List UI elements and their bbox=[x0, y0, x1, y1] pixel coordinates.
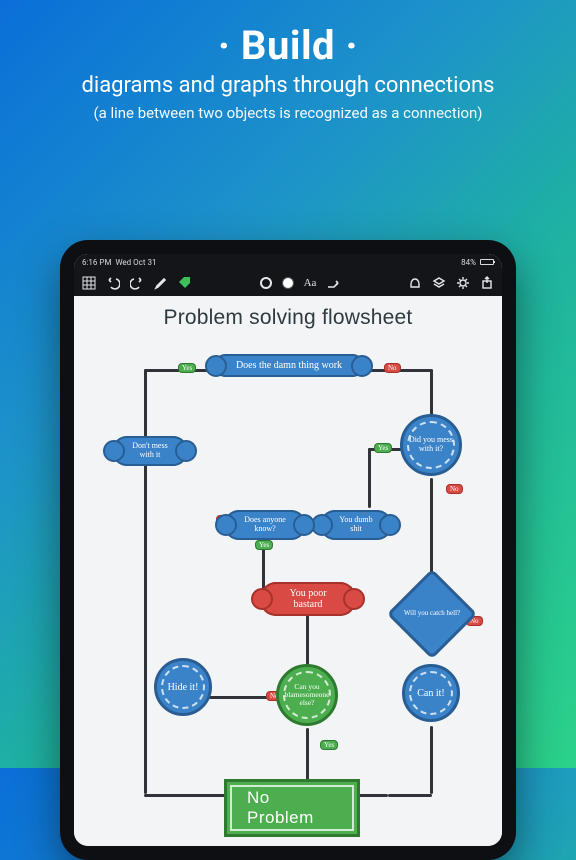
grid-icon[interactable] bbox=[82, 276, 96, 290]
redo-icon[interactable] bbox=[130, 276, 144, 290]
hero-subtitle: diagrams and graphs through connections bbox=[24, 73, 552, 98]
flow-node[interactable]: Don't mess with it bbox=[112, 436, 188, 466]
status-time: 6:16 PM bbox=[82, 258, 111, 267]
node-text: Hide it! bbox=[168, 682, 199, 693]
battery-icon bbox=[480, 259, 494, 265]
clap-icon[interactable] bbox=[408, 276, 422, 290]
flow-node-decision[interactable]: Did you mess with it? bbox=[400, 414, 462, 476]
edge-label-no: No bbox=[446, 484, 463, 494]
node-text: Will you catch hell? bbox=[400, 610, 464, 618]
shape-circle-icon[interactable] bbox=[260, 277, 272, 289]
color-swatch[interactable] bbox=[282, 277, 294, 289]
flow-node-start[interactable]: Does the damn thing work bbox=[214, 354, 364, 377]
node-text: Don't mess with it bbox=[128, 442, 172, 460]
hero-title: · Build · bbox=[24, 22, 552, 69]
flow-node-terminal[interactable]: No Problem bbox=[224, 779, 360, 837]
undo-icon[interactable] bbox=[106, 276, 120, 290]
text-tool[interactable]: Aa bbox=[304, 277, 317, 289]
flowchart: Yes No Yes No No Yes Yes No No Yes Does … bbox=[74, 296, 502, 846]
layers-icon[interactable] bbox=[432, 276, 446, 290]
marketing-hero: · Build · diagrams and graphs through co… bbox=[0, 0, 576, 132]
hero-note: (a line between two objects is recognize… bbox=[24, 104, 552, 122]
node-text: Can you blamesomeone else? bbox=[279, 683, 335, 708]
flow-node[interactable]: You dumb shit bbox=[320, 510, 392, 540]
edge-label-no: No bbox=[384, 363, 401, 373]
status-date: Wed Oct 31 bbox=[115, 258, 156, 267]
edge-label-yes: Yes bbox=[255, 540, 273, 550]
node-text: You poor bastard bbox=[276, 588, 340, 610]
connector-icon[interactable] bbox=[326, 276, 340, 290]
tablet-frame: 6:16 PM Wed Oct 31 84% bbox=[60, 240, 516, 860]
share-icon[interactable] bbox=[480, 276, 494, 290]
node-text: No Problem bbox=[247, 788, 337, 828]
tag-icon[interactable] bbox=[178, 276, 192, 290]
flow-node[interactable]: Can it! bbox=[402, 664, 460, 722]
app-toolbar: Aa bbox=[74, 270, 502, 296]
flow-node-decision[interactable]: Will you catch hell? bbox=[400, 582, 464, 646]
flow-node-decision[interactable]: Can you blamesomeone else? bbox=[276, 664, 338, 726]
gear-icon[interactable] bbox=[456, 276, 470, 290]
flow-node[interactable]: Hide it! bbox=[154, 658, 212, 716]
pencil-icon[interactable] bbox=[154, 276, 168, 290]
node-text: Can it! bbox=[417, 688, 445, 699]
status-battery-pct: 84% bbox=[461, 258, 476, 267]
node-text: Did you mess with it? bbox=[403, 436, 459, 454]
edge-label-yes: Yes bbox=[374, 443, 392, 453]
tablet-screen: 6:16 PM Wed Oct 31 84% bbox=[74, 254, 502, 846]
drawing-canvas[interactable]: Problem solving flowsheet bbox=[74, 296, 502, 846]
node-text: You dumb shit bbox=[336, 516, 376, 534]
flow-node-alert[interactable]: You poor bastard bbox=[260, 582, 356, 616]
edge-label-yes: Yes bbox=[320, 740, 338, 750]
node-text: Does anyone know? bbox=[240, 516, 290, 534]
flow-node[interactable]: Does anyone know? bbox=[224, 510, 306, 540]
edge-label-yes: Yes bbox=[178, 363, 196, 373]
ios-status-bar: 6:16 PM Wed Oct 31 84% bbox=[74, 254, 502, 270]
node-text: Does the damn thing work bbox=[236, 360, 342, 371]
